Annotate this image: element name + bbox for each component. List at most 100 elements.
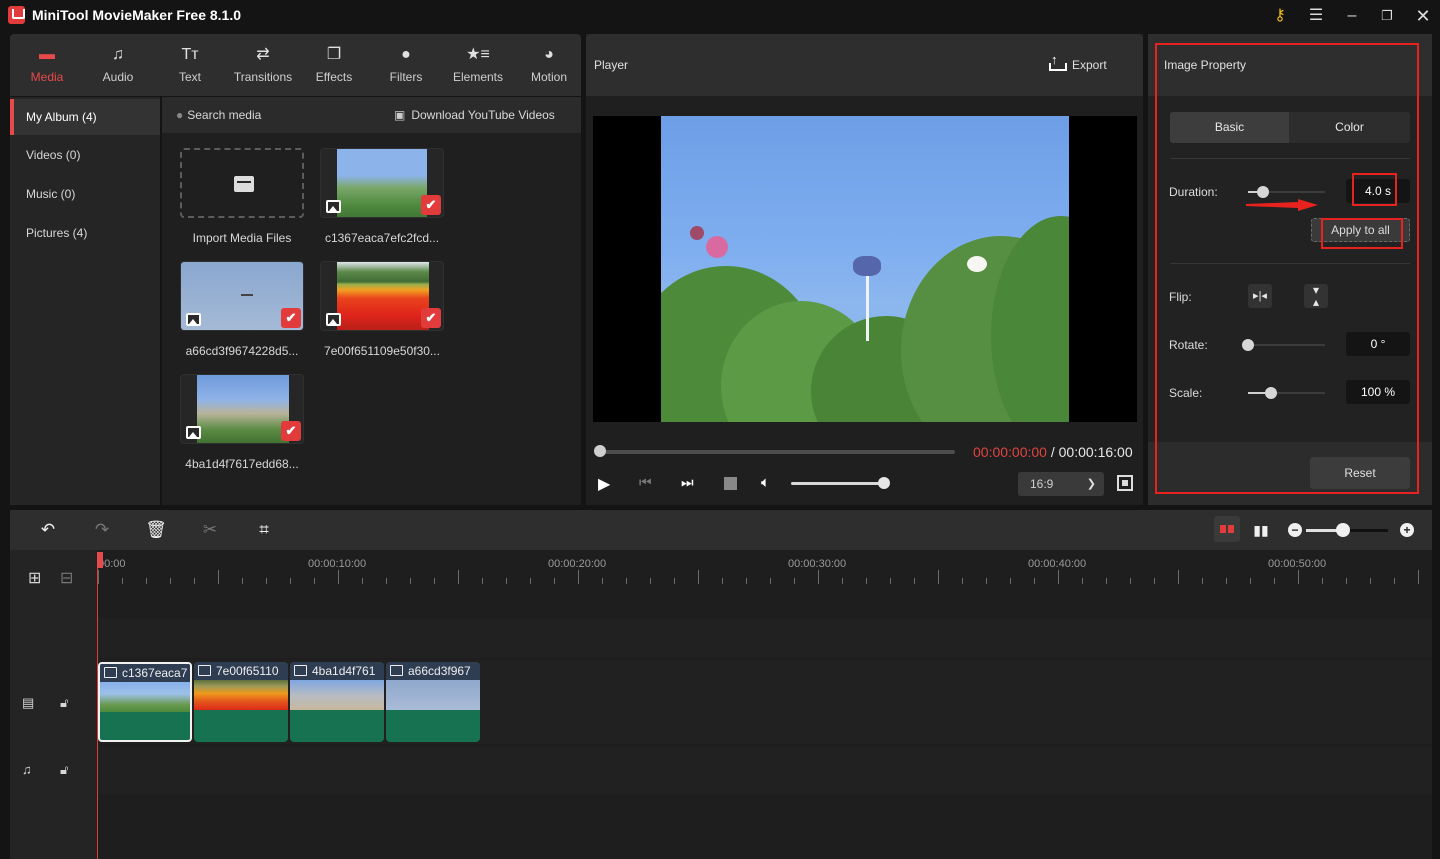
playhead[interactable] <box>97 552 98 859</box>
fullscreen-icon[interactable] <box>1117 475 1133 491</box>
media-name: 7e00f651109e50f30... <box>324 344 440 358</box>
tab-label: Media <box>30 70 64 84</box>
seek-bar[interactable] <box>598 450 955 454</box>
media-name: 4ba1d4f7617edd68... <box>185 457 299 471</box>
tab-filters[interactable]: ● Filters <box>371 34 441 96</box>
play-icon[interactable]: ▶ <box>598 474 610 494</box>
zoom-out-icon[interactable]: − <box>1288 523 1302 537</box>
import-media-card[interactable]: Import Media Files <box>180 148 304 245</box>
media-item[interactable]: ✔ a66cd3f9674228d5... <box>180 261 304 358</box>
playhead-handle[interactable] <box>97 552 103 568</box>
add-track-icon[interactable]: ⊞ <box>28 568 41 588</box>
tab-basic[interactable]: Basic <box>1170 112 1289 143</box>
album-item-music[interactable]: Music (0) <box>10 176 160 212</box>
rotate-slider-handle[interactable] <box>1242 339 1254 351</box>
album-item-my-album[interactable]: My Album (4) <box>10 99 160 135</box>
album-item-videos[interactable]: Videos (0) <box>10 137 160 173</box>
unlock-icon[interactable]: 🔓︎ <box>60 762 68 778</box>
snap-icon[interactable] <box>1214 516 1240 542</box>
timeline-clip[interactable]: a66cd3f967 <box>386 662 480 742</box>
reset-button[interactable]: Reset <box>1310 457 1410 489</box>
ruler-tick <box>1178 570 1179 584</box>
media-item[interactable]: ✔ 4ba1d4f7617edd68... <box>180 374 304 471</box>
stop-icon[interactable] <box>724 477 737 490</box>
album-item-pictures[interactable]: Pictures (4) <box>10 215 160 251</box>
apply-to-all-button[interactable]: Apply to all <box>1311 218 1410 242</box>
menu-icon[interactable]: ☰ <box>1303 4 1329 28</box>
remove-track-icon[interactable]: ⊟ <box>60 568 73 588</box>
clip-label: a66cd3f967 <box>408 664 471 678</box>
media-thumbnail[interactable]: ✔ <box>180 261 304 331</box>
crop-icon[interactable]: ⌗ <box>252 518 276 542</box>
tab-text[interactable]: Tт Text <box>155 34 225 96</box>
checked-icon[interactable]: ✔ <box>281 421 301 441</box>
tab-effects[interactable]: ❐ Effects <box>299 34 369 96</box>
rotate-slider[interactable] <box>1242 339 1325 351</box>
timeline-clip[interactable]: 7e00f65110 <box>194 662 288 742</box>
delete-icon[interactable]: 🗑︎ <box>144 518 168 542</box>
time-ruler[interactable]: 00:00 00:00:10:00 00:00:20:00 00:00:30:00 00… <box>97 550 1432 600</box>
split-icon[interactable]: ✂ <box>198 518 222 542</box>
media-thumbnail[interactable]: ✔ <box>180 374 304 444</box>
download-youtube-button[interactable]: ▣ Download YouTube Videos <box>394 97 555 133</box>
tab-elements[interactable]: ★≡ Elements <box>443 34 513 96</box>
checked-icon[interactable]: ✔ <box>421 195 441 215</box>
search-input[interactable]: ● Search media <box>176 97 261 133</box>
thumbnail-image <box>337 149 427 217</box>
maximize-icon[interactable]: ❐ <box>1374 4 1400 28</box>
media-item[interactable]: ✔ 7e00f651109e50f30... <box>320 261 444 358</box>
previous-frame-icon[interactable]: ⏮ <box>639 474 652 494</box>
flip-horizontal-icon[interactable]: ▸|◂ <box>1248 284 1272 308</box>
volume-icon[interactable]: 🔈︎ <box>761 474 770 494</box>
seek-handle[interactable] <box>594 445 606 457</box>
video-preview[interactable] <box>593 116 1137 422</box>
ruler-tick <box>1034 578 1035 584</box>
volume-slider[interactable] <box>791 482 884 485</box>
clip-header: c1367eaca7 <box>100 664 190 682</box>
rotate-input[interactable]: 0 ° <box>1346 332 1410 356</box>
duration-slider-handle[interactable] <box>1257 186 1270 198</box>
thumbnail-image <box>337 262 429 330</box>
clip-thumbnail <box>100 682 190 712</box>
redo-icon[interactable]: ↷ <box>90 518 114 542</box>
tab-audio[interactable]: ♫ Audio <box>83 34 153 96</box>
tab-color[interactable]: Color <box>1289 112 1410 143</box>
close-icon[interactable]: ✕ <box>1410 4 1436 28</box>
timeline-clip[interactable]: c1367eaca7 <box>98 662 192 742</box>
tab-motion[interactable]: ◕ Motion <box>514 34 584 96</box>
unlock-icon[interactable]: 🔓︎ <box>60 695 68 711</box>
zoom-in-icon[interactable]: + <box>1400 523 1414 537</box>
divider <box>1170 263 1410 264</box>
ruler-tick <box>794 578 795 584</box>
ruler-tick <box>1010 578 1011 584</box>
tab-transitions[interactable]: ⇄ Transitions <box>228 34 298 96</box>
ruler-tick <box>530 578 531 584</box>
audio-track[interactable] <box>97 746 1432 794</box>
export-button[interactable]: Export <box>1048 52 1107 72</box>
undo-icon[interactable]: ↶ <box>36 518 60 542</box>
media-thumbnail[interactable]: ✔ <box>320 261 444 331</box>
checked-icon[interactable]: ✔ <box>421 308 441 328</box>
media-thumbnail[interactable]: ✔ <box>320 148 444 218</box>
next-frame-icon[interactable]: ⏭ <box>681 474 694 494</box>
duration-slider[interactable] <box>1248 186 1325 198</box>
scale-slider[interactable] <box>1248 387 1325 399</box>
scale-slider-handle[interactable] <box>1265 387 1278 399</box>
import-media-button[interactable] <box>180 148 304 218</box>
minimize-icon[interactable]: – <box>1339 4 1365 28</box>
tab-media[interactable]: ▬ Media <box>12 34 82 96</box>
scale-input[interactable]: 100 % <box>1346 380 1410 404</box>
audio-mix-icon[interactable]: ▮▮ <box>1249 518 1273 542</box>
volume-handle[interactable] <box>878 477 890 489</box>
zoom-slider-handle[interactable] <box>1335 523 1350 537</box>
media-item[interactable]: ✔ c1367eaca7efc2fcd... <box>320 148 444 245</box>
checked-icon[interactable]: ✔ <box>281 308 301 328</box>
timeline-clip[interactable]: 4ba1d4f761 <box>290 662 384 742</box>
empty-track[interactable] <box>97 618 1432 658</box>
key-icon[interactable]: ⚷ <box>1267 4 1293 28</box>
aspect-ratio-select[interactable]: 16:9 ❯ <box>1018 472 1104 496</box>
duration-input[interactable]: 4.0 s <box>1346 179 1410 203</box>
flower-shape <box>967 256 987 272</box>
flip-vertical-icon[interactable]: ▾ ▴ <box>1304 284 1328 308</box>
image-type-icon <box>186 426 201 439</box>
